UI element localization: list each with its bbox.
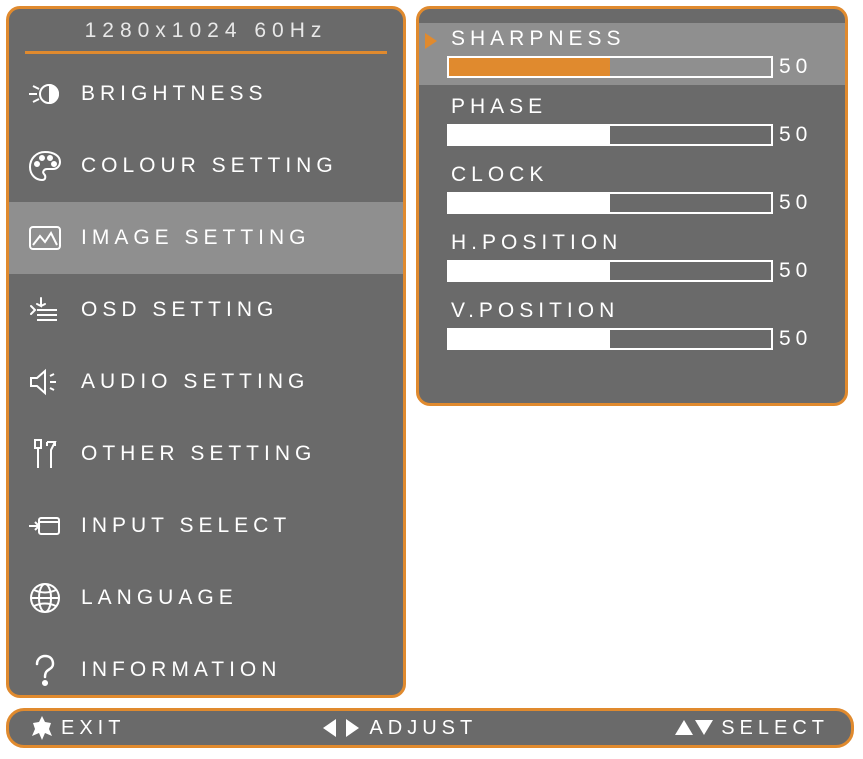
- slider-vposition-value: 50: [779, 327, 823, 351]
- globe-icon: [27, 580, 63, 616]
- slider-clock[interactable]: CLOCK 50: [419, 159, 845, 221]
- menu-item-language-label: LANGUAGE: [81, 586, 238, 610]
- menu-item-brightness[interactable]: BRIGHTNESS: [9, 58, 403, 130]
- slider-clock-fill: [449, 194, 610, 212]
- question-icon: [27, 652, 63, 688]
- footer-exit[interactable]: EXIT: [31, 716, 125, 740]
- main-menu-panel: 1280x1024 60Hz BRIGHTNESS: [6, 6, 406, 698]
- footer-bar: EXIT ADJUST SELECT: [6, 708, 854, 748]
- slider-vposition-fill: [449, 330, 610, 348]
- footer-adjust-label: ADJUST: [369, 717, 477, 740]
- menu-item-information-label: INFORMATION: [81, 658, 281, 682]
- slider-hposition[interactable]: H.POSITION 50: [419, 227, 845, 289]
- slider-hposition-label: H.POSITION: [451, 231, 823, 255]
- menu-item-information[interactable]: INFORMATION: [9, 634, 403, 698]
- slider-vposition[interactable]: V.POSITION 50: [419, 295, 845, 357]
- slider-vposition-track[interactable]: [447, 328, 773, 350]
- slider-hposition-fill: [449, 262, 610, 280]
- slider-phase-track[interactable]: [447, 124, 773, 146]
- left-right-arrows-icon: [321, 716, 361, 740]
- menu-item-input-label: INPUT SELECT: [81, 514, 291, 538]
- slider-phase-value: 50: [779, 123, 823, 147]
- menu-item-colour-label: COLOUR SETTING: [81, 154, 338, 178]
- menu-item-input[interactable]: INPUT SELECT: [9, 490, 403, 562]
- footer-select-label: SELECT: [721, 717, 829, 740]
- input-icon: [27, 508, 63, 544]
- slider-phase-label: PHASE: [451, 95, 823, 119]
- menu-item-other-label: OTHER SETTING: [81, 442, 316, 466]
- slider-hposition-track[interactable]: [447, 260, 773, 282]
- menu-item-audio-label: AUDIO SETTING: [81, 370, 309, 394]
- footer-select[interactable]: SELECT: [673, 716, 829, 740]
- settings-panel: SHARPNESS 50 PHASE 50 CLOCK: [416, 6, 848, 406]
- menu-item-image-label: IMAGE SETTING: [81, 226, 311, 250]
- menu-item-language[interactable]: LANGUAGE: [9, 562, 403, 634]
- menu-item-audio[interactable]: AUDIO SETTING: [9, 346, 403, 418]
- slider-sharpness-fill: [449, 58, 610, 76]
- slider-clock-value: 50: [779, 191, 823, 215]
- menu-item-brightness-label: BRIGHTNESS: [81, 82, 268, 106]
- slider-clock-label: CLOCK: [451, 163, 823, 187]
- brightness-icon: [27, 76, 63, 112]
- menu-item-osd[interactable]: OSD SETTING: [9, 274, 403, 346]
- menu-item-colour[interactable]: COLOUR SETTING: [9, 130, 403, 202]
- slider-vposition-label: V.POSITION: [451, 299, 823, 323]
- slider-sharpness-track[interactable]: [447, 56, 773, 78]
- slider-clock-track[interactable]: [447, 192, 773, 214]
- osd-icon: [27, 292, 63, 328]
- palette-icon: [27, 148, 63, 184]
- slider-sharpness-label: SHARPNESS: [451, 27, 823, 51]
- slider-phase[interactable]: PHASE 50: [419, 91, 845, 153]
- menu-item-other[interactable]: OTHER SETTING: [9, 418, 403, 490]
- resolution-header: 1280x1024 60Hz: [9, 17, 403, 51]
- up-down-arrows-icon: [673, 716, 713, 740]
- tools-icon: [27, 436, 63, 472]
- slider-sharpness-value: 50: [779, 55, 823, 79]
- menu-item-image[interactable]: IMAGE SETTING: [9, 202, 403, 274]
- footer-exit-label: EXIT: [61, 717, 125, 740]
- slider-hposition-value: 50: [779, 259, 823, 283]
- header-divider: [25, 51, 387, 54]
- slider-phase-fill: [449, 126, 610, 144]
- exit-icon: [31, 716, 53, 740]
- slider-sharpness[interactable]: SHARPNESS 50: [419, 23, 845, 85]
- image-icon: [27, 220, 63, 256]
- footer-adjust[interactable]: ADJUST: [321, 716, 477, 740]
- speaker-icon: [27, 364, 63, 400]
- menu-item-osd-label: OSD SETTING: [81, 298, 278, 322]
